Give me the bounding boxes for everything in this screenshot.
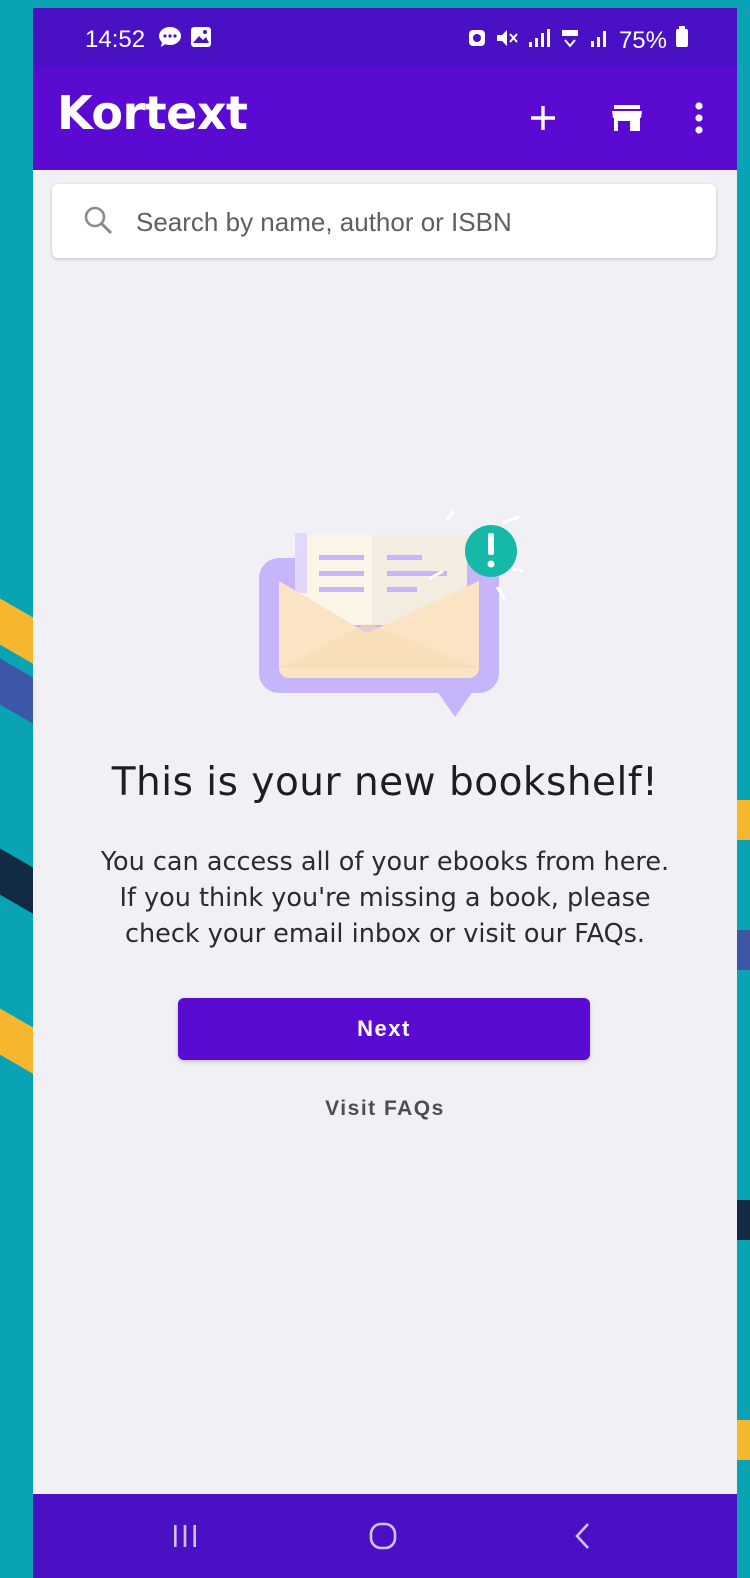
search-icon (82, 204, 114, 240)
message-icon (158, 26, 182, 55)
description-line: You can access all of your ebooks from h… (100, 847, 670, 877)
kortext-logo: Kortext (57, 86, 248, 140)
alarm-icon (467, 27, 487, 55)
clock: 14:52 (85, 26, 146, 53)
empty-state-description: You can access all of your ebooks from h… (73, 844, 697, 952)
search-input[interactable] (134, 184, 698, 260)
app-bar: Kortext (33, 66, 737, 170)
recent-apps-icon (174, 1525, 196, 1547)
navigation-bar (33, 1494, 737, 1578)
more-vert-icon (695, 102, 703, 134)
gallery-icon (190, 26, 212, 55)
phone-screen: 14:52 75% Kortext Search by name, author… (33, 8, 737, 1578)
back-button[interactable] (553, 1510, 613, 1562)
4g-icon (559, 27, 581, 55)
battery-icon (675, 26, 689, 55)
envelope-notification-icon (257, 503, 547, 737)
visit-faqs-link[interactable]: Visit FAQs (33, 1097, 737, 1121)
search-bar[interactable] (52, 184, 716, 260)
status-bar: 14:52 75% (33, 8, 737, 66)
status-icons: 75% (467, 26, 689, 55)
next-button[interactable]: Next (178, 998, 590, 1060)
more-options-button[interactable] (673, 92, 725, 144)
store-button[interactable] (601, 92, 653, 144)
home-icon (369, 1522, 397, 1550)
empty-state-title: This is your new bookshelf! (111, 760, 659, 805)
mute-icon (495, 27, 519, 55)
recent-apps-button[interactable] (155, 1510, 215, 1562)
description-line: If you think you're missing a book, plea… (119, 883, 651, 913)
add-button[interactable] (517, 92, 569, 144)
home-button[interactable] (353, 1510, 413, 1562)
status-time: 14:52 (85, 26, 212, 55)
signal-icon (589, 27, 611, 55)
back-icon (575, 1523, 589, 1549)
battery-percent: 75% (618, 26, 667, 54)
plus-icon (531, 106, 555, 130)
signal-icon (527, 27, 551, 55)
description-line: check your email inbox or visit our FAQs… (124, 919, 646, 949)
store-icon (612, 105, 642, 131)
